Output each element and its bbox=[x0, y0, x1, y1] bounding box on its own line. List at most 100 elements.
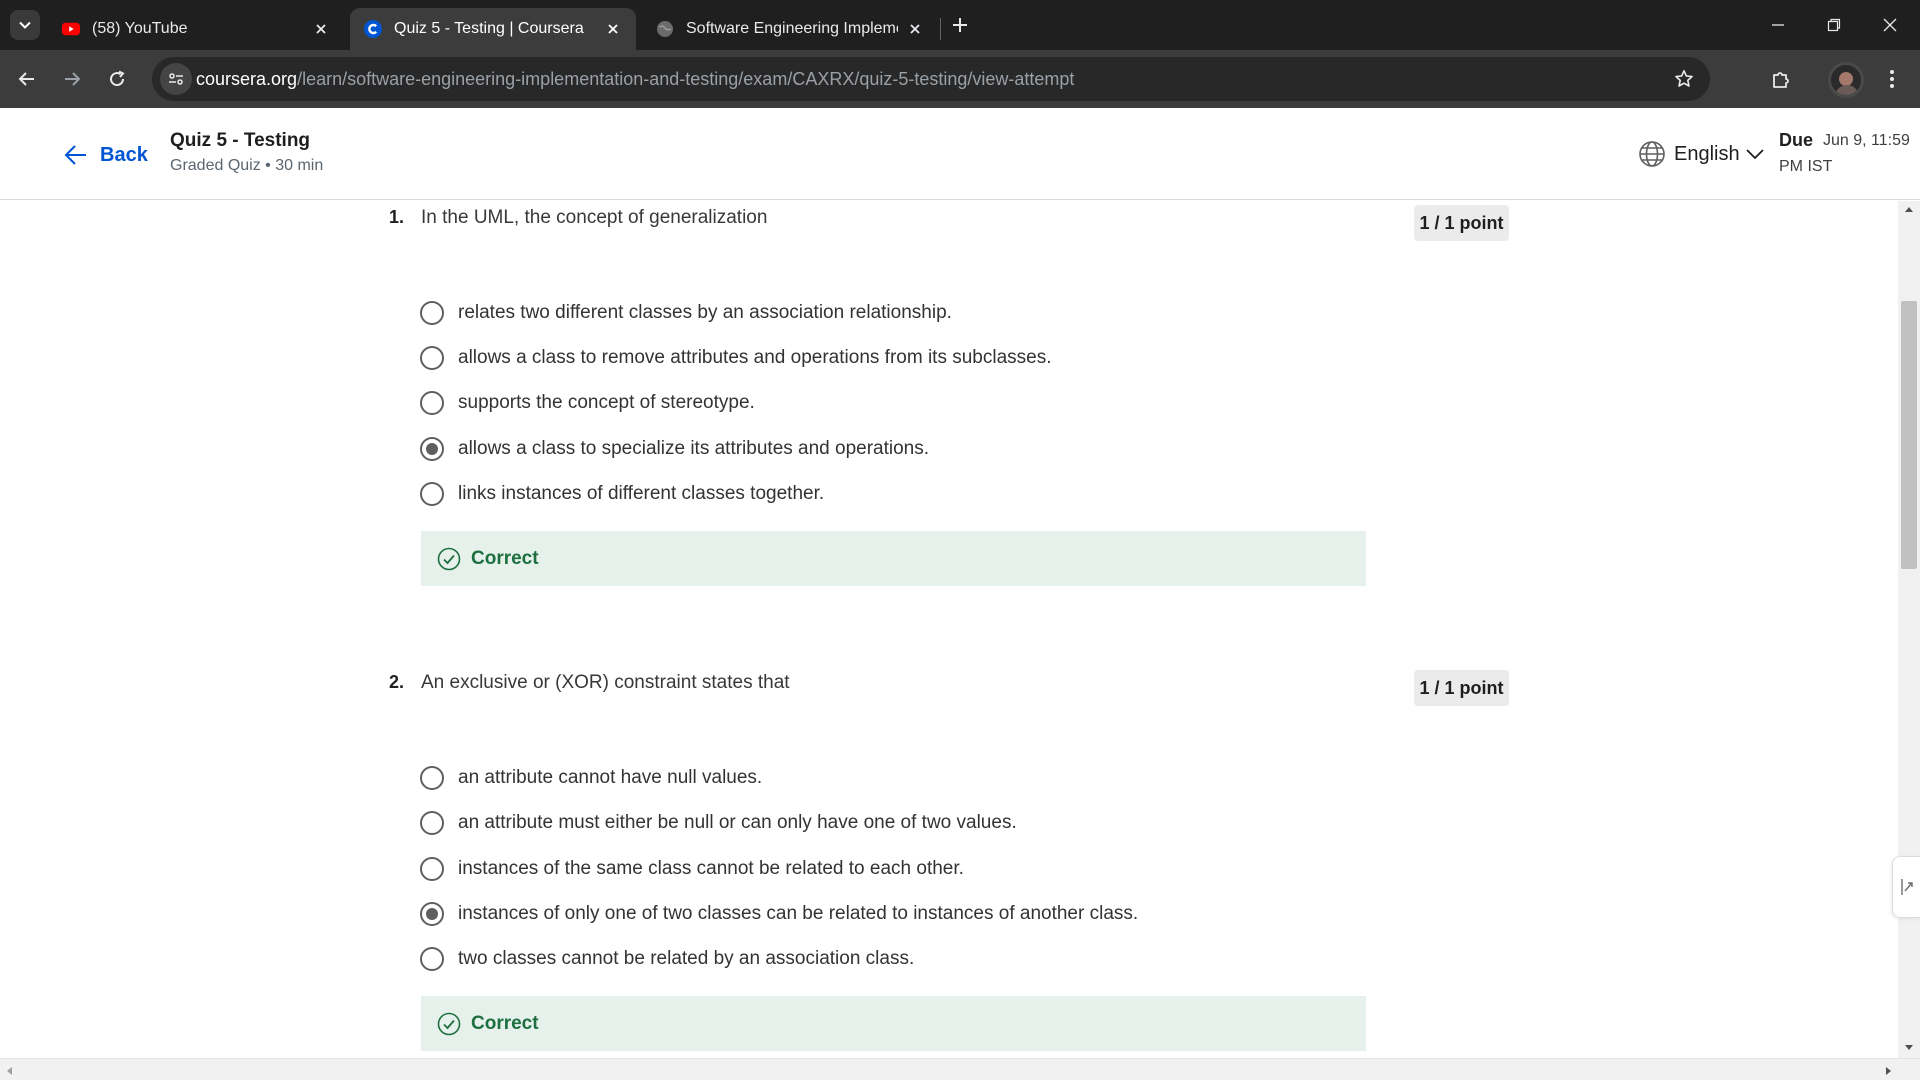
close-tab-icon[interactable] bbox=[906, 20, 924, 38]
answer-option[interactable]: two classes cannot be related by an asso… bbox=[420, 944, 914, 974]
quiz-content: 1. In the UML, the concept of generaliza… bbox=[0, 201, 1898, 1058]
restore-icon bbox=[1827, 18, 1841, 32]
language-label: English bbox=[1674, 142, 1740, 165]
tab-search-button[interactable] bbox=[10, 10, 40, 40]
collapse-panel-icon bbox=[1900, 879, 1913, 895]
back-link[interactable]: Back bbox=[64, 140, 148, 170]
close-tab-icon[interactable] bbox=[604, 20, 622, 38]
check-circle-icon bbox=[437, 547, 461, 570]
close-tab-icon[interactable] bbox=[312, 20, 330, 38]
url-host: coursera.org bbox=[196, 69, 298, 89]
radio-button[interactable] bbox=[420, 346, 444, 370]
avatar-body bbox=[1835, 85, 1859, 95]
question-number: 1. bbox=[389, 207, 405, 227]
side-panel-handle[interactable] bbox=[1892, 856, 1920, 918]
language-selector[interactable]: English bbox=[1638, 138, 1764, 170]
youtube-icon bbox=[62, 20, 80, 38]
globe-icon bbox=[1639, 141, 1665, 167]
radio-button[interactable] bbox=[420, 857, 444, 881]
scroll-up-arrow-icon[interactable] bbox=[1903, 203, 1915, 215]
scroll-left-arrow-icon[interactable] bbox=[5, 1063, 17, 1075]
url-text: coursera.org/learn/software-engineering-… bbox=[196, 69, 1074, 90]
reload-button[interactable] bbox=[101, 63, 133, 95]
option-label: an attribute must either be null or can … bbox=[458, 812, 1017, 833]
tab-title: Quiz 5 - Testing | Coursera bbox=[394, 20, 584, 37]
option-label: relates two different classes by an asso… bbox=[458, 302, 952, 323]
arrow-left-icon bbox=[64, 145, 86, 165]
answer-option[interactable]: an attribute cannot have null values. bbox=[420, 763, 762, 793]
page-title: Quiz 5 - Testing bbox=[170, 130, 311, 151]
radio-button[interactable] bbox=[420, 766, 444, 790]
profile-avatar[interactable] bbox=[1828, 62, 1864, 98]
tab-youtube[interactable]: (58) YouTube bbox=[48, 8, 344, 50]
answer-option-selected[interactable]: instances of only one of two classes can… bbox=[420, 899, 1138, 929]
minimize-button[interactable] bbox=[1750, 0, 1806, 50]
option-label: links instances of different classes tog… bbox=[458, 483, 825, 504]
back-nav-button[interactable] bbox=[11, 63, 43, 95]
option-label: instances of only one of two classes can… bbox=[458, 903, 1139, 924]
feedback-correct: Correct bbox=[421, 531, 1366, 586]
tab-software-engineering[interactable]: Software Engineering Implemen bbox=[642, 8, 938, 50]
extensions-button[interactable] bbox=[1765, 63, 1797, 95]
option-label: supports the concept of stereotype. bbox=[458, 392, 755, 413]
due-label: Due bbox=[1779, 130, 1814, 150]
feedback-text: Correct bbox=[471, 1012, 539, 1034]
radio-button[interactable] bbox=[420, 947, 444, 971]
minimize-icon bbox=[1772, 24, 1784, 26]
answer-option[interactable]: supports the concept of stereotype. bbox=[420, 388, 755, 418]
answer-option[interactable]: allows a class to remove attributes and … bbox=[420, 343, 1052, 373]
tab-title: Software Engineering Implemen bbox=[686, 20, 898, 37]
due-date: Jun 9, 11:59 bbox=[1823, 132, 1910, 149]
quiz-header: Back Quiz 5 - Testing Graded Quiz • 30 m… bbox=[0, 108, 1920, 200]
answer-option[interactable]: relates two different classes by an asso… bbox=[420, 298, 952, 328]
vertical-scrollbar-thumb[interactable] bbox=[1901, 301, 1917, 569]
puzzle-icon bbox=[1773, 72, 1789, 88]
globe-icon bbox=[656, 20, 674, 38]
bookmark-star-icon[interactable] bbox=[1672, 67, 1696, 91]
radio-button-selected[interactable] bbox=[420, 437, 444, 461]
close-window-button[interactable] bbox=[1862, 0, 1918, 50]
chevron-down-icon bbox=[19, 21, 31, 29]
quiz-subtitle: Graded Quiz • 30 min bbox=[170, 157, 324, 174]
scroll-down-arrow-icon[interactable] bbox=[1903, 1042, 1915, 1054]
answer-option-selected[interactable]: allows a class to specialize its attribu… bbox=[420, 434, 929, 464]
option-label: instances of the same class cannot be re… bbox=[458, 858, 964, 879]
horizontal-scrollbar[interactable] bbox=[0, 1058, 1920, 1080]
avatar-face bbox=[1839, 72, 1853, 86]
new-tab-button[interactable] bbox=[946, 11, 974, 39]
radio-button[interactable] bbox=[420, 811, 444, 835]
restore-button[interactable] bbox=[1806, 0, 1862, 50]
points-badge: 1 / 1 point bbox=[1414, 670, 1509, 706]
points-badge: 1 / 1 point bbox=[1414, 205, 1509, 241]
check-circle-icon bbox=[437, 1012, 461, 1035]
chevron-down-icon bbox=[1745, 149, 1764, 160]
arrow-right-icon bbox=[65, 72, 81, 86]
question-number: 2. bbox=[389, 672, 405, 692]
answer-option[interactable]: an attribute must either be null or can … bbox=[420, 808, 1017, 838]
radio-button[interactable] bbox=[420, 301, 444, 325]
tab-title: (58) YouTube bbox=[92, 20, 188, 37]
tab-coursera-quiz[interactable]: Quiz 5 - Testing | Coursera bbox=[350, 8, 636, 50]
browser-menu-button[interactable] bbox=[1876, 63, 1908, 95]
forward-nav-button[interactable] bbox=[56, 63, 88, 95]
option-label: an attribute cannot have null values. bbox=[458, 767, 763, 788]
radio-button[interactable] bbox=[420, 391, 444, 415]
answer-option[interactable]: links instances of different classes tog… bbox=[420, 479, 824, 509]
due-timezone: PM IST bbox=[1779, 158, 1833, 175]
arrow-left-icon bbox=[18, 72, 34, 86]
browser-tab-bar: (58) YouTube Quiz 5 - Testing | Coursera… bbox=[0, 0, 1920, 50]
radio-button-selected[interactable] bbox=[420, 902, 444, 926]
scroll-right-arrow-icon[interactable] bbox=[1883, 1063, 1895, 1075]
address-bar[interactable]: coursera.org/learn/software-engineering-… bbox=[152, 57, 1710, 101]
radio-button[interactable] bbox=[420, 482, 444, 506]
plus-icon bbox=[953, 18, 967, 32]
back-label: Back bbox=[100, 143, 148, 166]
reload-icon bbox=[110, 70, 125, 87]
site-info-icon[interactable] bbox=[160, 63, 192, 95]
feedback-correct: Correct bbox=[421, 996, 1366, 1051]
option-label: allows a class to remove attributes and … bbox=[458, 347, 1052, 368]
question-text: An exclusive or (XOR) constraint states … bbox=[421, 672, 790, 693]
answer-option[interactable]: instances of the same class cannot be re… bbox=[420, 854, 964, 884]
question-text: In the UML, the concept of generalizatio… bbox=[421, 207, 768, 228]
option-label: two classes cannot be related by an asso… bbox=[458, 948, 915, 969]
